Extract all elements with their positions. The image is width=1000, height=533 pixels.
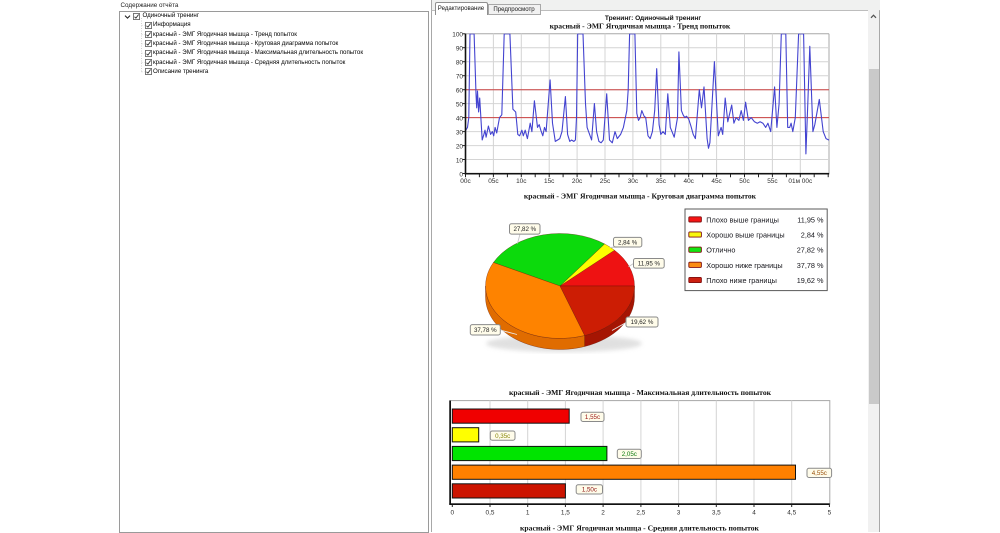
svg-text:11,95 %: 11,95 % [797, 215, 824, 224]
svg-text:2,05с: 2,05с [622, 451, 637, 458]
svg-text:30с: 30с [628, 178, 639, 185]
svg-text:1,55с: 1,55с [585, 414, 600, 421]
svg-text:20: 20 [456, 143, 464, 150]
svg-text:40с: 40с [684, 178, 695, 185]
svg-text:5: 5 [828, 509, 832, 516]
svg-text:37,78 %: 37,78 % [797, 261, 824, 270]
svg-text:красный - ЭМГ Ягодичная мышца: красный - ЭМГ Ягодичная мышца - Круговая… [524, 192, 757, 201]
svg-text:1,50с: 1,50с [582, 487, 597, 494]
svg-text:2,84 %: 2,84 % [618, 239, 638, 246]
svg-text:00с: 00с [460, 178, 471, 185]
svg-text:20с: 20с [572, 178, 583, 185]
svg-text:Отлично: Отлично [706, 246, 735, 255]
svg-text:80: 80 [456, 60, 464, 67]
svg-text:60: 60 [456, 88, 464, 95]
svg-text:05с: 05с [488, 178, 499, 185]
svg-text:4,55с: 4,55с [812, 470, 827, 477]
svg-text:10с: 10с [516, 178, 527, 185]
svg-text:4: 4 [752, 509, 756, 516]
svg-text:Плохо ниже границы: Плохо ниже границы [706, 276, 777, 285]
svg-text:11,95 %: 11,95 % [638, 261, 661, 268]
svg-text:3,5: 3,5 [712, 509, 721, 516]
svg-text:Хорошо выше границы: Хорошо выше границы [706, 230, 784, 239]
svg-text:01м 00с: 01м 00с [788, 178, 813, 185]
svg-text:70: 70 [456, 74, 464, 81]
svg-text:25с: 25с [600, 178, 611, 185]
svg-text:40: 40 [456, 115, 464, 122]
svg-text:10: 10 [456, 157, 464, 164]
svg-text:45с: 45с [711, 178, 722, 185]
svg-text:Хорошо ниже границы: Хорошо ниже границы [706, 261, 782, 270]
svg-text:красный - ЭМГ Ягодичная мышца: красный - ЭМГ Ягодичная мышца - Максимал… [509, 388, 772, 397]
svg-text:Плохо выше границы: Плохо выше границы [706, 215, 779, 224]
svg-text:2,5: 2,5 [636, 509, 645, 516]
svg-text:2: 2 [601, 509, 605, 516]
svg-text:50: 50 [456, 101, 464, 108]
svg-text:3: 3 [677, 509, 681, 516]
svg-text:0,35с: 0,35с [495, 433, 510, 440]
svg-text:красный - ЭМГ Ягодичная мышца: красный - ЭМГ Ягодичная мышца - Средняя … [520, 524, 760, 532]
svg-text:1: 1 [526, 509, 530, 516]
svg-text:35с: 35с [656, 178, 667, 185]
svg-text:Тренинг: Одиночный тренинг: Тренинг: Одиночный тренинг [605, 14, 702, 22]
svg-text:красный - ЭМГ Ягодичная мышца: красный - ЭМГ Ягодичная мышца - Тренд по… [550, 22, 731, 31]
svg-text:2,84 %: 2,84 % [801, 230, 824, 239]
svg-text:90: 90 [456, 46, 464, 53]
svg-text:27,82 %: 27,82 % [513, 226, 536, 233]
svg-text:4,5: 4,5 [787, 509, 796, 516]
svg-text:1,5: 1,5 [561, 509, 570, 516]
svg-text:100: 100 [452, 32, 463, 39]
svg-text:37,78 %: 37,78 % [474, 327, 497, 334]
svg-text:27,82 %: 27,82 % [797, 246, 824, 255]
svg-text:50с: 50с [739, 178, 750, 185]
svg-text:19,62 %: 19,62 % [797, 276, 824, 285]
svg-text:55с: 55с [767, 178, 778, 185]
svg-text:19,62 %: 19,62 % [631, 319, 654, 326]
svg-text:15с: 15с [544, 178, 555, 185]
svg-text:0,5: 0,5 [486, 509, 495, 516]
svg-text:0: 0 [451, 509, 455, 516]
svg-text:30: 30 [456, 129, 464, 136]
